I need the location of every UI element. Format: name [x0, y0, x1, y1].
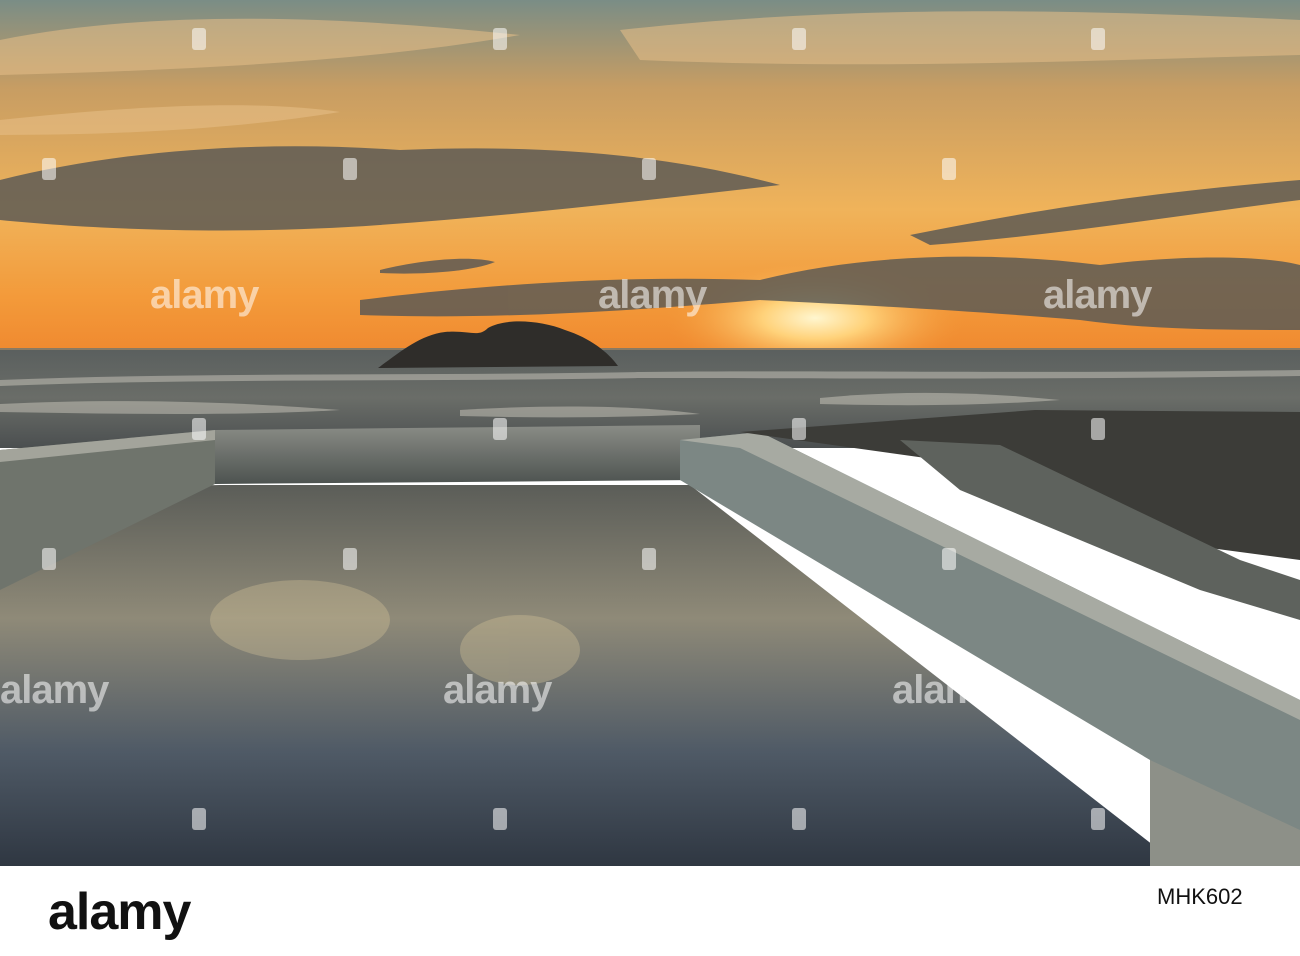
watermark-mark: [192, 28, 206, 50]
watermark-mark: [642, 548, 656, 570]
watermark-mark: [792, 28, 806, 50]
watermark-mark: [792, 418, 806, 440]
watermark-mark: [1091, 808, 1105, 830]
watermark-mark: [42, 548, 56, 570]
watermark-mark: [642, 158, 656, 180]
watermark-mark: [42, 158, 56, 180]
watermark-mark: [192, 808, 206, 830]
watermark-mark: [942, 548, 956, 570]
watermark-mark: [343, 158, 357, 180]
watermark-mark: [192, 418, 206, 440]
watermark-mark: [493, 418, 507, 440]
watermark-mark: [1091, 418, 1105, 440]
watermark-mark: [343, 548, 357, 570]
watermark-mark: [1091, 28, 1105, 50]
image-id: MHK602: [1157, 884, 1243, 909]
alamy-logo: alamy: [48, 883, 191, 941]
watermark-mark: [493, 28, 507, 50]
watermark-mark: [942, 158, 956, 180]
watermark-mark: [493, 808, 507, 830]
watermark-mark: [792, 808, 806, 830]
footer-bar: alamy: [0, 866, 1300, 956]
